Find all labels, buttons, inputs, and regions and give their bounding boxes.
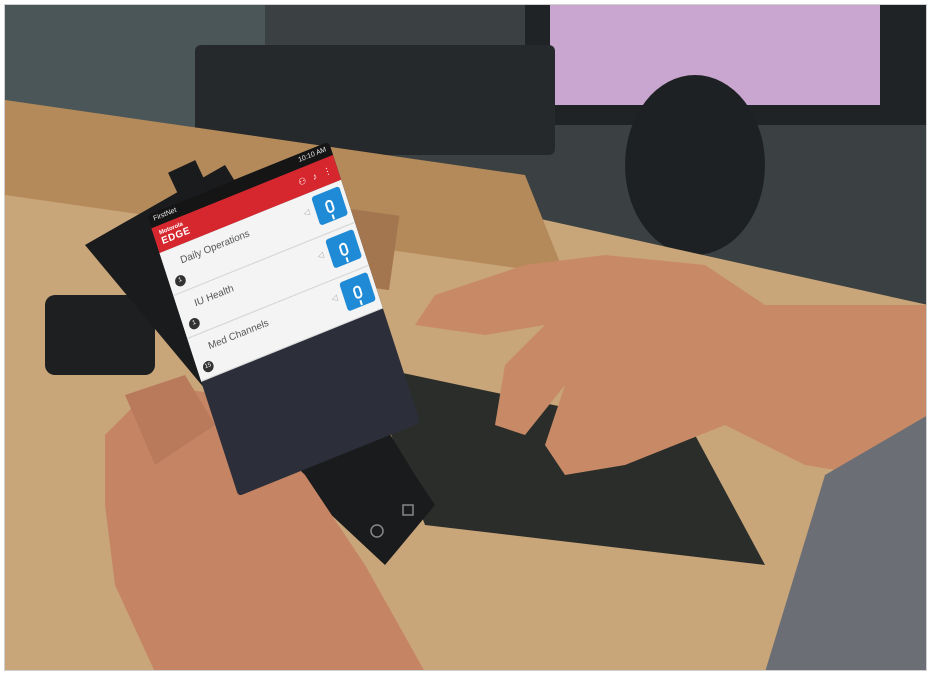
microphone-icon	[323, 198, 336, 214]
channel-badge: 1	[187, 316, 202, 331]
volume-icon[interactable]: ◁	[330, 293, 338, 304]
channel-badge: 15	[201, 359, 216, 374]
channel-badge: 1	[173, 273, 188, 289]
volume-icon[interactable]: ◁	[316, 250, 324, 261]
bell-icon[interactable]: ♪	[311, 170, 319, 182]
photo-scene	[5, 5, 926, 670]
ptt-mic-button[interactable]	[311, 185, 349, 226]
group-icon[interactable]: ⚇	[297, 175, 308, 189]
volume-icon[interactable]: ◁	[302, 207, 310, 218]
channel-name: IU Health	[193, 283, 236, 310]
speaker	[625, 75, 765, 255]
ptt-mic-button[interactable]	[339, 271, 377, 312]
microphone-icon	[337, 241, 350, 257]
more-icon[interactable]: ⋮	[321, 164, 333, 178]
ptt-mic-button[interactable]	[325, 228, 363, 269]
photo-frame: sonim FirstNet 10:10 AM Motorola EDGE ⚇ …	[4, 4, 927, 671]
microphone-icon	[351, 284, 364, 300]
